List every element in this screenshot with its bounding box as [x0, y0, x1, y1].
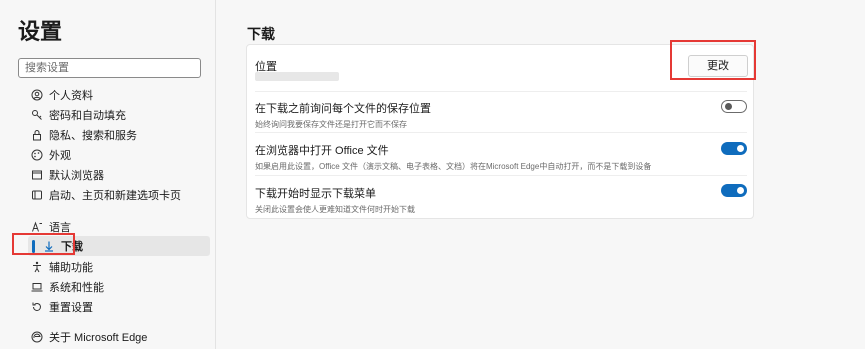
sidebar-title: 设置 — [18, 19, 63, 44]
toggle-knob — [737, 187, 744, 194]
sidebar-item-label: 重置设置 — [49, 302, 93, 314]
sidebar-item-about[interactable]: 关于 Microsoft Edge — [18, 327, 200, 347]
setting-description: 关闭此设置会使人更难知道文件何时开始下载 — [255, 205, 415, 214]
divider — [255, 132, 747, 133]
sidebar-item-label: 默认浏览器 — [49, 170, 104, 182]
laptop-icon — [30, 280, 44, 294]
setting-row-office-files: 在浏览器中打开 Office 文件 如果启用此设置，Office 文件（演示文稿… — [255, 142, 747, 172]
divider — [255, 91, 747, 92]
setting-label: 下载开始时显示下载菜单 — [255, 188, 376, 200]
toggle-knob — [725, 103, 732, 110]
sidebar-item-profile[interactable]: 个人资料 — [18, 85, 200, 105]
sidebar-item-label: 密码和自动填充 — [49, 110, 126, 122]
highlight-box-change-button — [670, 40, 756, 80]
language-icon — [30, 220, 44, 234]
ask-location-toggle[interactable] — [721, 100, 747, 113]
settings-sidebar: 设置 搜索设置 个人资料 密码和自动填充 隐私、搜索和服务 外观 默认浏览器 启… — [0, 0, 216, 349]
key-icon — [30, 108, 44, 122]
appearance-icon — [30, 148, 44, 162]
sidebar-item-label: 外观 — [49, 150, 71, 162]
sidebar-item-startup[interactable]: 启动、主页和新建选项卡页 — [18, 185, 200, 205]
sidebar-item-reset[interactable]: 重置设置 — [18, 297, 200, 317]
sidebar-item-label: 系统和性能 — [49, 282, 104, 294]
divider — [255, 175, 747, 176]
accessibility-icon — [30, 260, 44, 274]
sidebar-item-label: 启动、主页和新建选项卡页 — [49, 190, 181, 202]
setting-description: 如果启用此设置，Office 文件（演示文稿、电子表格、文档）将在Microso… — [255, 162, 652, 171]
sidebar-item-label: 关于 Microsoft Edge — [49, 332, 148, 344]
search-input[interactable]: 搜索设置 — [18, 58, 201, 78]
edge-icon — [30, 330, 44, 344]
lock-icon — [30, 128, 44, 142]
sidebar-item-appearance[interactable]: 外观 — [18, 145, 200, 165]
reset-icon — [30, 300, 44, 314]
sidebar-item-passwords[interactable]: 密码和自动填充 — [18, 105, 200, 125]
setting-row-ask-location: 在下载之前询问每个文件的保存位置 始终询问我要保存文件还是打开它而不保存 — [255, 100, 747, 130]
sidebar-item-default-browser[interactable]: 默认浏览器 — [18, 165, 200, 185]
sidebar-item-label: 辅助功能 — [49, 262, 93, 274]
location-path-redacted — [255, 72, 339, 81]
profile-icon — [30, 88, 44, 102]
setting-label: 在浏览器中打开 Office 文件 — [255, 145, 389, 157]
highlight-box-downloads — [12, 233, 75, 255]
page-title: 下载 — [247, 26, 275, 42]
sidebar-item-label: 隐私、搜索和服务 — [49, 130, 137, 142]
sidebar-item-privacy[interactable]: 隐私、搜索和服务 — [18, 125, 200, 145]
office-files-toggle[interactable] — [721, 142, 747, 155]
sidebar-item-accessibility[interactable]: 辅助功能 — [18, 257, 200, 277]
setting-label: 在下载之前询问每个文件的保存位置 — [255, 103, 431, 115]
sidebar-item-label: 个人资料 — [49, 90, 93, 102]
browser-icon — [30, 168, 44, 182]
sidebar-item-system[interactable]: 系统和性能 — [18, 277, 200, 297]
home-icon — [30, 188, 44, 202]
toggle-knob — [737, 145, 744, 152]
setting-row-show-menu: 下载开始时显示下载菜单 关闭此设置会使人更难知道文件何时开始下载 — [255, 185, 747, 215]
show-menu-toggle[interactable] — [721, 184, 747, 197]
setting-description: 始终询问我要保存文件还是打开它而不保存 — [255, 120, 407, 129]
